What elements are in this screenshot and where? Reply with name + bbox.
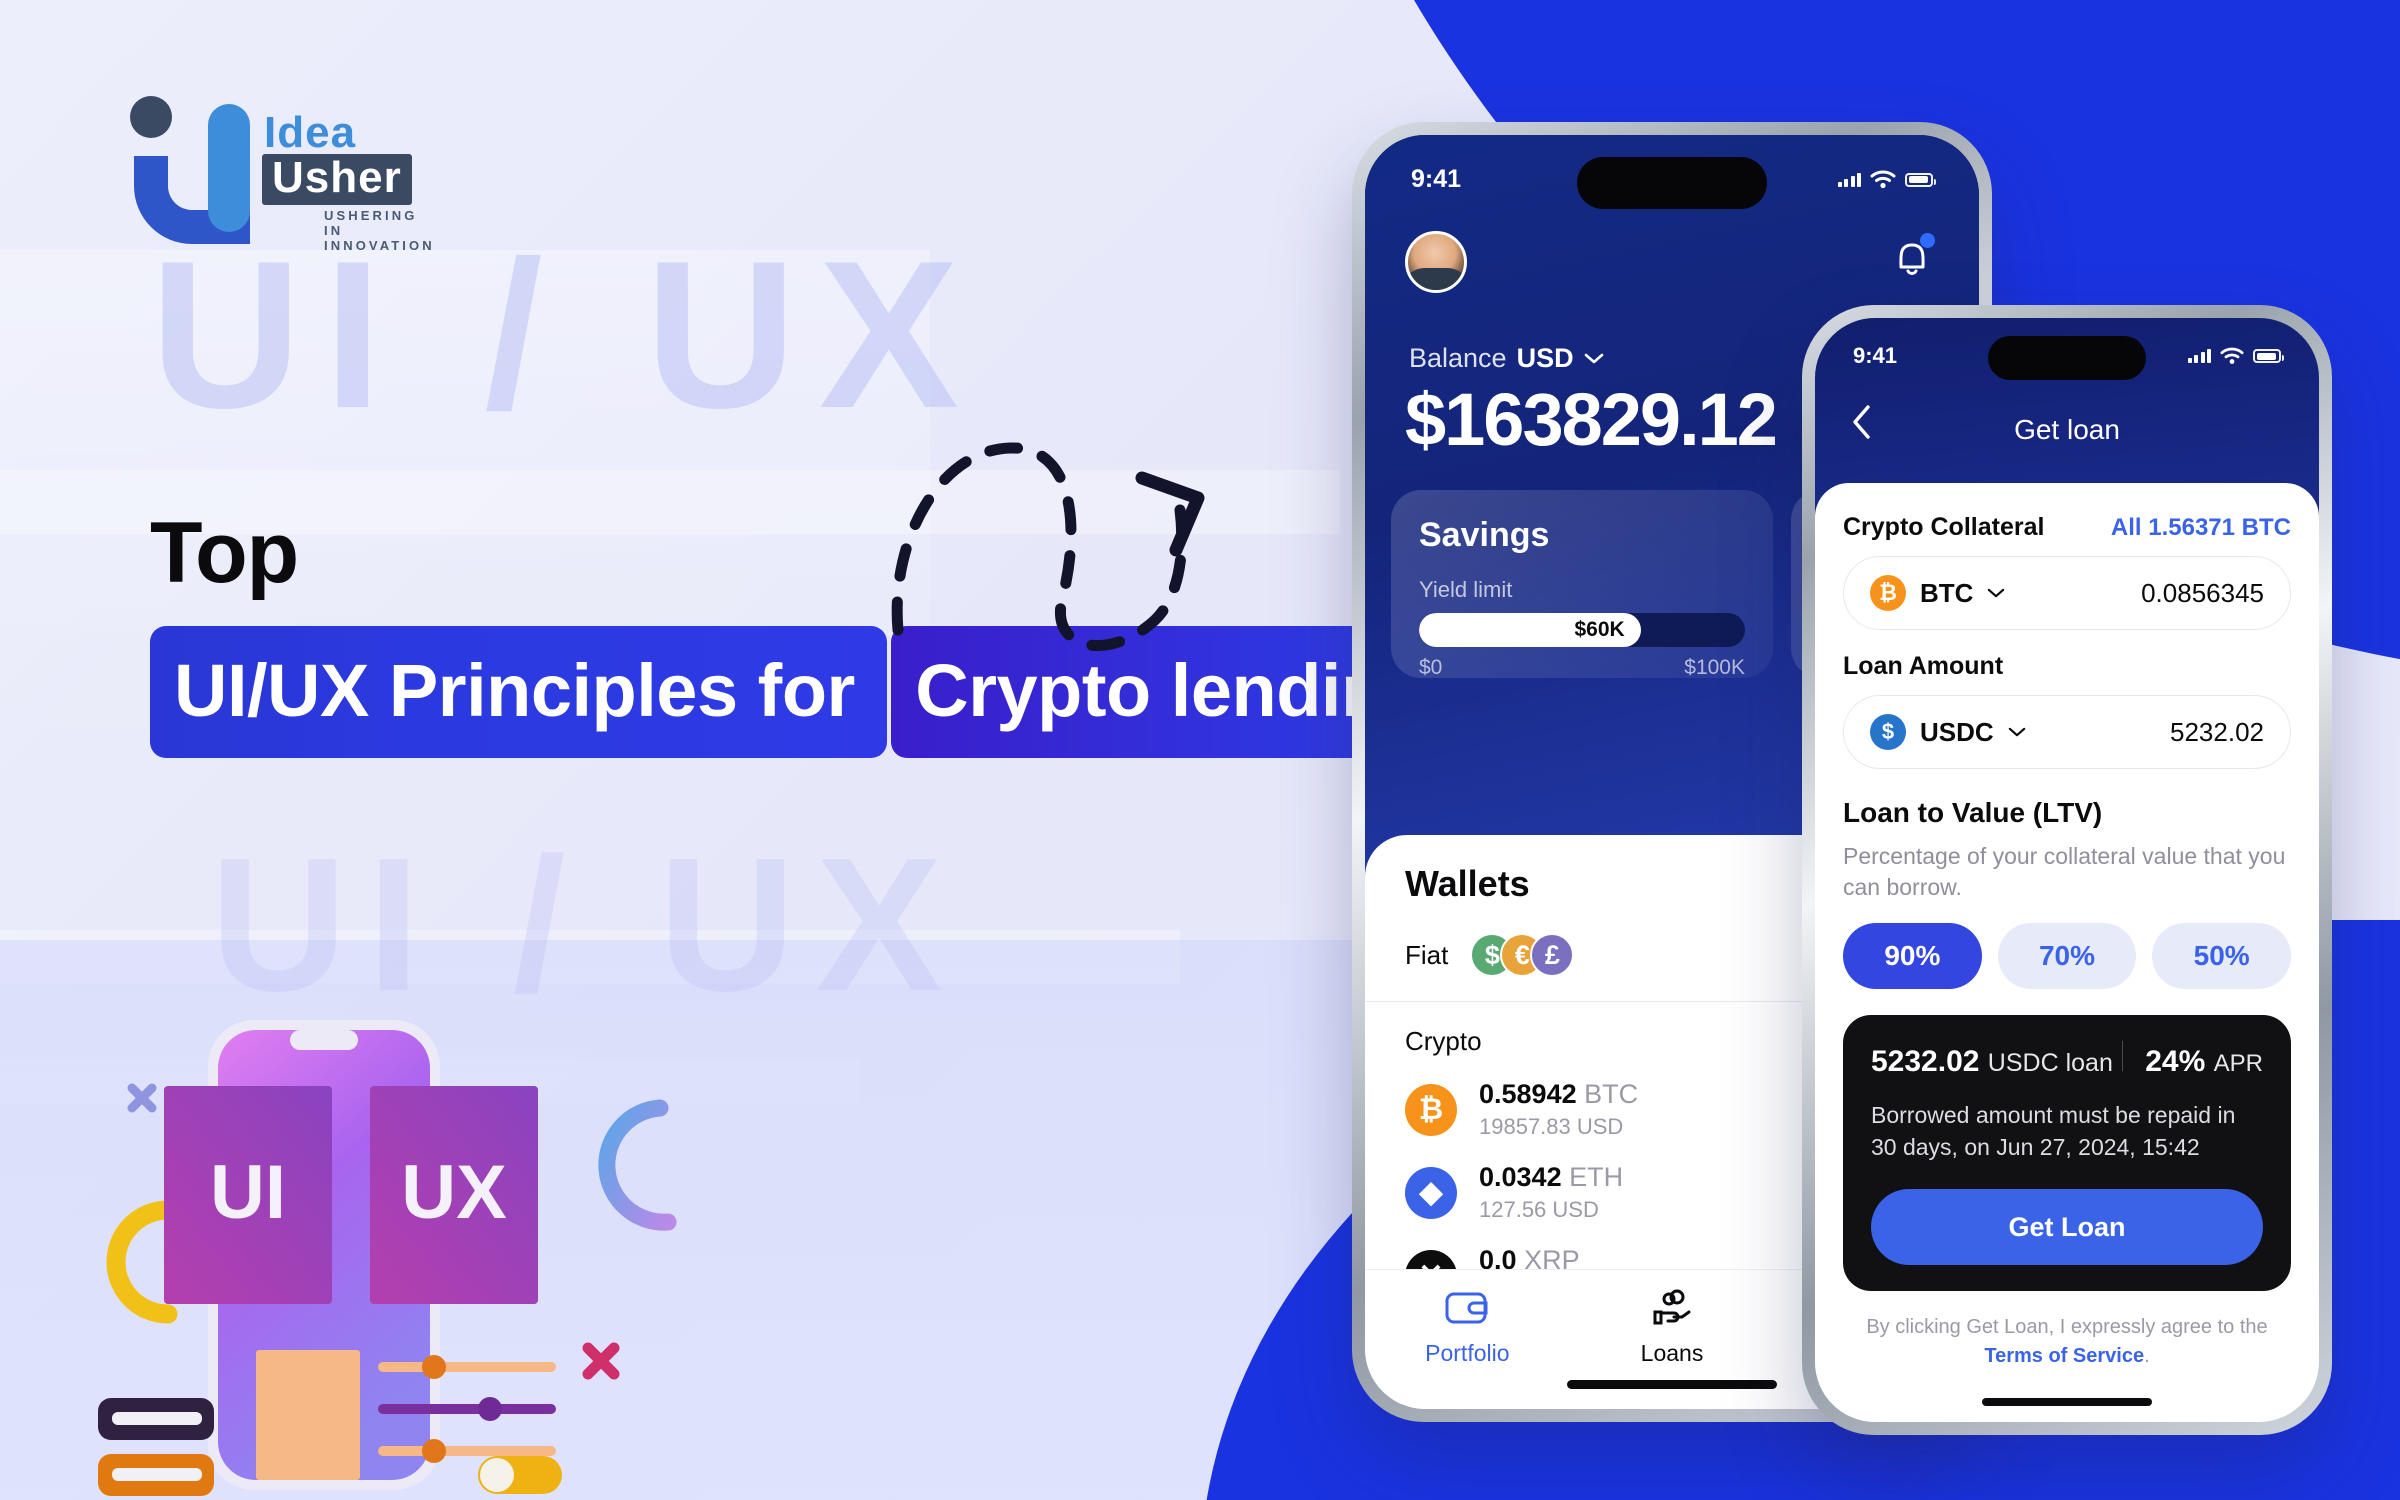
- balance-selector[interactable]: Balance USD: [1409, 343, 1604, 374]
- logo-usher-box: Usher: [262, 154, 412, 205]
- savings-card[interactable]: Savings Yield limit $60K $0 $100K: [1391, 490, 1773, 679]
- asset-amount: 0.0342: [1479, 1162, 1562, 1192]
- phone-get-loan: 9:41 Get loan Crypto Collateral All 1.56…: [1802, 305, 2332, 1435]
- wifi-icon: [2220, 347, 2244, 364]
- logo-dot: [130, 96, 172, 138]
- signal-icon: [2187, 349, 2211, 363]
- savings-subtitle: Yield limit: [1419, 577, 1513, 602]
- loan-amount-field[interactable]: $ USDC 5232.02: [1843, 695, 2291, 769]
- avatar[interactable]: [1405, 231, 1467, 293]
- watermark-bottom: UI / UX: [210, 819, 963, 1031]
- phone1-header: [1365, 231, 1979, 293]
- tos-suffix: .: [2144, 1345, 2150, 1368]
- chevron-down-icon: [2008, 727, 2025, 737]
- summary-apr: 24%: [2145, 1045, 2206, 1079]
- logo-tagline: USHERING IN INNOVATION: [324, 208, 435, 253]
- dashed-arrow-icon: [891, 442, 1205, 651]
- tab-portfolio-label: Portfolio: [1425, 1340, 1510, 1366]
- collateral-field[interactable]: ₿ BTC 0.0856345: [1843, 556, 2291, 630]
- home-indicator: [1982, 1398, 2152, 1406]
- collateral-label: Crypto Collateral: [1843, 513, 2045, 541]
- eth-icon: ◆: [1405, 1166, 1457, 1219]
- collateral-value: 0.0856345: [2141, 577, 2264, 608]
- loan-amount-label: Loan Amount: [1843, 652, 2004, 680]
- asset-usd-value: 127.56 USD: [1479, 1197, 1599, 1222]
- brand-logo: Idea Usher USHERING IN INNOVATION: [128, 96, 432, 253]
- status-bar-phone2: 9:41: [1815, 343, 2319, 369]
- terms-of-service-link[interactable]: Terms of Service: [1984, 1345, 2144, 1367]
- fiat-coin-stack: $ € £: [1470, 933, 1575, 977]
- ltv-option-90[interactable]: 90%: [1843, 923, 1982, 990]
- tab-loans[interactable]: Loans: [1570, 1288, 1775, 1367]
- logo-u-right-bar: [208, 104, 250, 232]
- status-time: 9:41: [1853, 343, 1898, 368]
- loan-value: 5232.02: [2170, 716, 2264, 747]
- ltv-description: Percentage of your collateral value that…: [1843, 843, 2286, 901]
- summary-note: Borrowed amount must be repaid in 30 day…: [1871, 1102, 2236, 1161]
- asset-usd-value: 19857.83 USD: [1479, 1114, 1624, 1139]
- tos-prefix: By clicking Get Loan, I expressly agree …: [1866, 1316, 2268, 1339]
- notification-dot: [1920, 233, 1935, 248]
- collateral-all-link[interactable]: All 1.56371 BTC: [2111, 514, 2291, 542]
- terms-of-service-text: By clicking Get Loan, I expressly agree …: [1843, 1313, 2291, 1371]
- btc-icon: ₿: [1870, 575, 1906, 611]
- home-indicator: [1567, 1380, 1777, 1389]
- tab-loans-label: Loans: [1640, 1340, 1704, 1366]
- tile-ux-label: UX: [401, 1150, 507, 1235]
- status-bar-phone1: 9:41: [1365, 165, 1979, 194]
- savings-title: Savings: [1419, 516, 1550, 554]
- wifi-icon: [1870, 170, 1896, 189]
- ltv-options: 90% 70% 50%: [1843, 923, 2292, 990]
- fiat-label: Fiat: [1405, 939, 1449, 970]
- asset-symbol: BTC: [1584, 1079, 1639, 1109]
- get-loan-sheet: Crypto Collateral All 1.56371 BTC ₿ BTC …: [1815, 483, 2319, 1422]
- asset-amount: 0.58942: [1479, 1079, 1577, 1109]
- balance-amount: $163829.12: [1405, 378, 1778, 461]
- balance-label: Balance: [1409, 343, 1507, 373]
- get-loan-button[interactable]: Get Loan: [1871, 1189, 2263, 1266]
- watermark-top: UI / UX: [150, 217, 981, 452]
- ltv-option-50[interactable]: 50%: [2152, 923, 2292, 990]
- signal-icon: [1837, 172, 1861, 187]
- battery-icon: [1905, 172, 1936, 187]
- ui-ux-illustration: UI UX: [98, 1020, 677, 1496]
- chevron-down-icon: [1584, 353, 1603, 364]
- balance-currency: USD: [1516, 343, 1574, 373]
- yield-max: $100K: [1684, 656, 1745, 679]
- yield-slider-value: $60K: [1419, 613, 1641, 647]
- summary-apr-unit: APR: [2213, 1050, 2263, 1078]
- battery-icon: [2253, 349, 2284, 363]
- notification-button[interactable]: [1891, 233, 1935, 286]
- divider: [2121, 1041, 2124, 1072]
- yield-slider[interactable]: $60K: [1419, 613, 1745, 647]
- usdc-icon: $: [1870, 714, 1906, 750]
- ltv-title: Loan to Value (LTV): [1843, 797, 2103, 828]
- summary-amount-unit: USDC loan: [1987, 1049, 2113, 1078]
- gbp-coin-icon: £: [1530, 933, 1575, 977]
- chevron-down-icon: [1988, 588, 2005, 598]
- banner-canvas: UI / UX UI / UX Idea Usher USHERING IN I…: [0, 0, 2400, 1500]
- btc-icon: ₿: [1405, 1083, 1457, 1136]
- tile-ui-label: UI: [210, 1150, 286, 1235]
- logo-idea-text: Idea: [264, 108, 357, 157]
- tab-portfolio[interactable]: Portfolio: [1365, 1288, 1570, 1367]
- hand-coins-icon: [1653, 1289, 1691, 1325]
- status-time: 9:41: [1411, 165, 1462, 193]
- logo-usher-text: Usher: [272, 153, 402, 202]
- loan-summary-card: 5232.02 USDC loan 24% APR Borrowed amoun…: [1843, 1015, 2291, 1292]
- headline-line-2: UI/UX Principles for: [150, 626, 887, 758]
- summary-amount: 5232.02: [1871, 1045, 1980, 1079]
- page-title: Get loan: [2014, 414, 2120, 445]
- collateral-symbol: BTC: [1920, 577, 1974, 608]
- yield-min: $0: [1419, 656, 1443, 679]
- loan-symbol: USDC: [1920, 716, 1994, 747]
- asset-symbol: ETH: [1569, 1162, 1624, 1192]
- wallet-icon: [1445, 1292, 1488, 1324]
- ltv-option-70[interactable]: 70%: [1997, 923, 2137, 990]
